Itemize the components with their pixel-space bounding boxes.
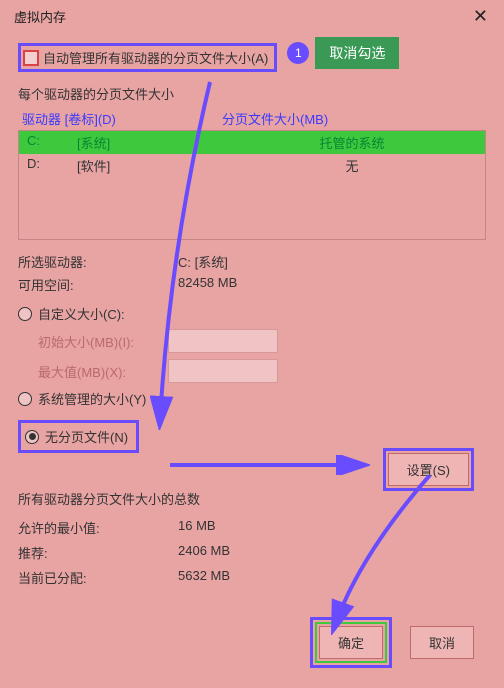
min-value: 16 MB xyxy=(178,518,486,537)
drive-row-d[interactable]: D: [软件] 无 xyxy=(19,154,485,177)
drive-label: [系统] xyxy=(77,133,227,152)
cur-label: 当前已分配: xyxy=(18,568,178,587)
drive-label: [软件] xyxy=(77,156,227,175)
selected-drive-value: C: [系统] xyxy=(178,252,486,271)
drive-list[interactable]: C: [系统] 托管的系统 D: [软件] 无 xyxy=(18,130,486,240)
radio-icon xyxy=(18,307,32,321)
radio-no-paging[interactable]: 无分页文件(N) xyxy=(18,420,139,453)
step-badge-1: 1 xyxy=(287,42,309,64)
drive-letter: D: xyxy=(27,156,77,175)
drive-size: 托管的系统 xyxy=(227,133,477,152)
radio-icon xyxy=(18,392,32,406)
rec-value: 2406 MB xyxy=(178,543,486,562)
totals-title: 所有驱动器分页文件大小的总数 xyxy=(18,489,486,508)
radio-system-managed[interactable]: 系统管理的大小(Y) xyxy=(18,389,486,408)
auto-manage-label: 自动管理所有驱动器的分页文件大小(A) xyxy=(43,48,268,67)
auto-manage-checkbox-row[interactable]: 自动管理所有驱动器的分页文件大小(A) xyxy=(18,43,277,72)
close-icon[interactable]: ✕ xyxy=(467,6,494,27)
free-space-label: 可用空间: xyxy=(18,275,178,294)
window-title: 虚拟内存 xyxy=(14,7,66,26)
rec-label: 推荐: xyxy=(18,543,178,562)
col-header-size: 分页文件大小(MB) xyxy=(222,109,482,128)
per-drive-title: 每个驱动器的分页文件大小 xyxy=(18,84,486,103)
radio-custom-label: 自定义大小(C): xyxy=(38,304,125,323)
ok-button-highlight: 确定 xyxy=(310,617,392,668)
set-button-highlight: 设置(S) xyxy=(383,448,474,491)
free-space-value: 82458 MB xyxy=(178,275,486,294)
drive-size: 无 xyxy=(227,156,477,175)
annotation-callout: 1 取消勾选 xyxy=(287,37,399,69)
col-header-drive: 驱动器 [卷标](D) xyxy=(22,109,222,128)
cur-value: 5632 MB xyxy=(178,568,486,587)
radio-custom-size[interactable]: 自定义大小(C): xyxy=(18,304,486,323)
tip-uncheck: 取消勾选 xyxy=(315,37,399,69)
radio-system-label: 系统管理的大小(Y) xyxy=(38,389,146,408)
set-button[interactable]: 设置(S) xyxy=(388,453,469,486)
max-size-label: 最大值(MB)(X): xyxy=(38,362,158,381)
selected-drive-label: 所选驱动器: xyxy=(18,252,178,271)
ok-button[interactable]: 确定 xyxy=(319,626,383,659)
radio-none-label: 无分页文件(N) xyxy=(45,427,128,446)
drive-row-c[interactable]: C: [系统] 托管的系统 xyxy=(19,131,485,154)
checkbox-icon xyxy=(23,50,39,66)
max-size-input xyxy=(168,359,278,383)
initial-size-label: 初始大小(MB)(I): xyxy=(38,332,158,351)
drive-letter: C: xyxy=(27,133,77,152)
min-label: 允许的最小值: xyxy=(18,518,178,537)
initial-size-input xyxy=(168,329,278,353)
radio-icon xyxy=(25,430,39,444)
cancel-button[interactable]: 取消 xyxy=(410,626,474,659)
